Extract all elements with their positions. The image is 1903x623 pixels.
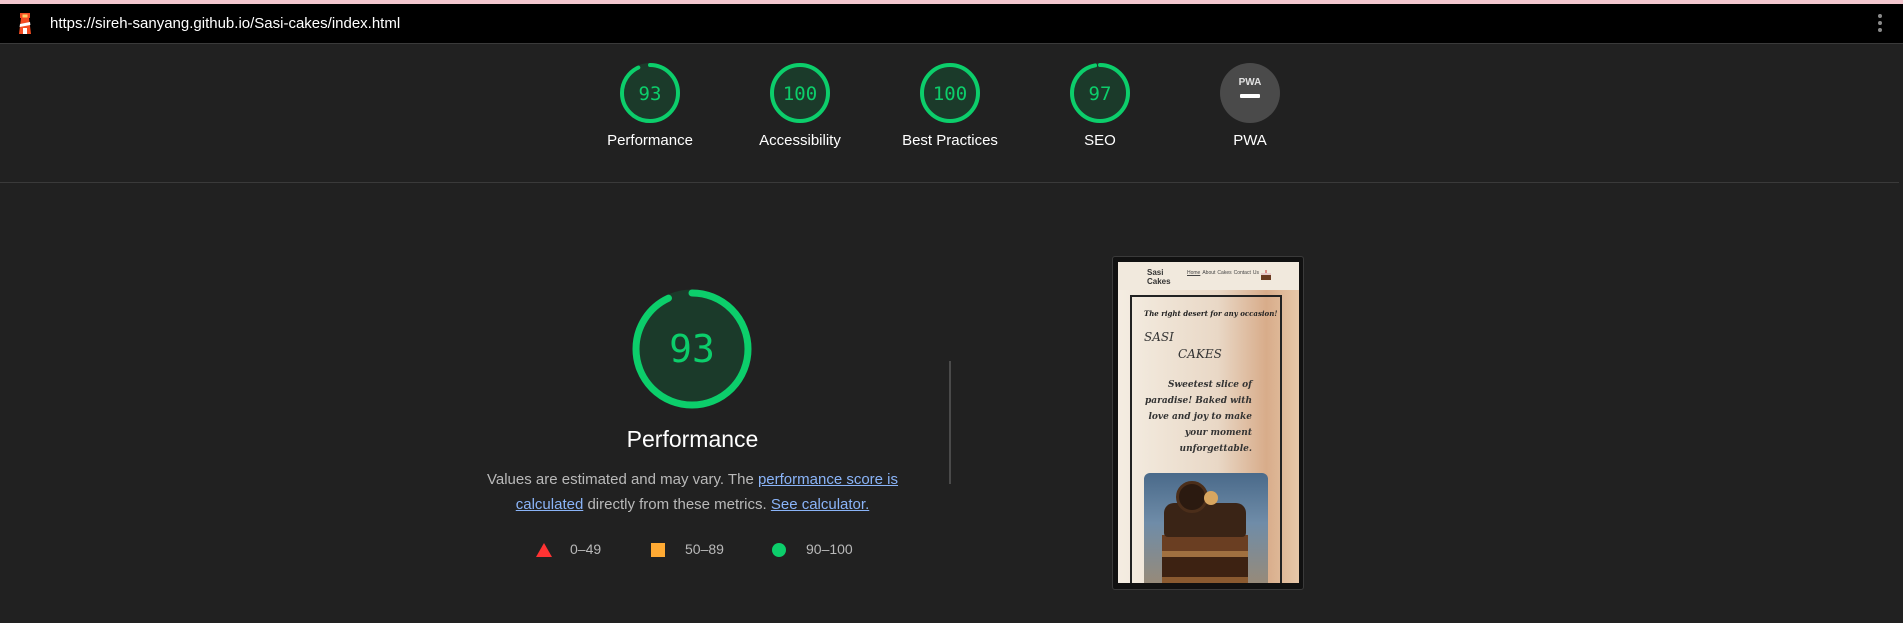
performance-title: Performance bbox=[626, 426, 759, 452]
thumb-tagline: The right desert for any occasion! bbox=[1144, 309, 1278, 318]
gauge-ring: 97 bbox=[1070, 63, 1130, 123]
triangle-icon bbox=[536, 543, 552, 557]
thumb-heading-2: CAKES bbox=[1178, 347, 1222, 361]
gauge-ring: 93 bbox=[620, 63, 680, 123]
performance-section: 93 Performance Values are estimated and … bbox=[0, 183, 1899, 623]
thumb-heading-1: SASI bbox=[1144, 330, 1174, 344]
see-calculator-link[interactable]: See calculator. bbox=[771, 496, 869, 513]
page-screenshot: Sasi Cakes Home About Cakes Contact Us The ri… bbox=[1118, 262, 1299, 583]
square-icon bbox=[651, 543, 665, 557]
gauge-score: 93 bbox=[639, 83, 662, 105]
gauge-label: Accessibility bbox=[759, 132, 841, 149]
gauge-score: 97 bbox=[1089, 83, 1112, 105]
gauge-performance[interactable]: 93 Performance bbox=[585, 62, 715, 149]
thumb-nav-links: Home About Cakes Contact Us bbox=[1187, 270, 1259, 276]
performance-big-gauge: 93 bbox=[632, 289, 752, 409]
thumb-hero-box: The right desert for any occasion! SASI … bbox=[1130, 295, 1282, 583]
pwa-badge-icon: PWA bbox=[1220, 63, 1280, 123]
thumb-brand: Sasi Cakes bbox=[1147, 268, 1171, 286]
gauge-ring: 100 bbox=[920, 63, 980, 123]
gauge-label: Best Practices bbox=[902, 132, 998, 149]
gauge-accessibility[interactable]: 100 Accessibility bbox=[735, 62, 865, 149]
category-scores-bar: 93 Performance 100 Accessibility 100 Bes… bbox=[0, 44, 1899, 183]
page-url[interactable]: https://sireh-sanyang.github.io/Sasi-cak… bbox=[50, 15, 400, 32]
circle-icon bbox=[772, 543, 786, 557]
performance-big-score: 93 bbox=[669, 327, 715, 371]
section-divider bbox=[949, 361, 951, 484]
lighthouse-icon bbox=[19, 13, 31, 34]
more-vert-icon[interactable] bbox=[1877, 14, 1883, 36]
thumb-nav: Sasi Cakes Home About Cakes Contact Us bbox=[1118, 262, 1299, 290]
gauge-pwa[interactable]: PWA PWA bbox=[1185, 62, 1315, 149]
gauge-label: SEO bbox=[1084, 132, 1116, 149]
url-bar: https://sireh-sanyang.github.io/Sasi-cak… bbox=[0, 4, 1903, 44]
cake-icon bbox=[1261, 270, 1271, 280]
gauge-ring: 100 bbox=[770, 63, 830, 123]
score-legend: 0–49 50–89 90–100 bbox=[536, 541, 876, 561]
thumb-body-text: Sweetest slice of paradise! Baked with l… bbox=[1145, 380, 1252, 454]
gauge-score: 100 bbox=[933, 83, 967, 105]
final-screenshot-thumbnail[interactable]: Sasi Cakes Home About Cakes Contact Us The ri… bbox=[1112, 256, 1304, 590]
gauge-best-practices[interactable]: 100 Best Practices bbox=[885, 62, 1015, 149]
pwa-badge-text: PWA bbox=[1239, 77, 1262, 88]
gauge-label: Performance bbox=[607, 132, 693, 149]
performance-description: Values are estimated and may vary. The p… bbox=[486, 471, 899, 513]
gauge-seo[interactable]: 97 SEO bbox=[1035, 62, 1165, 149]
cake-photo bbox=[1144, 473, 1268, 583]
gauge-score: 100 bbox=[783, 83, 817, 105]
gauge-label: PWA bbox=[1233, 132, 1267, 149]
